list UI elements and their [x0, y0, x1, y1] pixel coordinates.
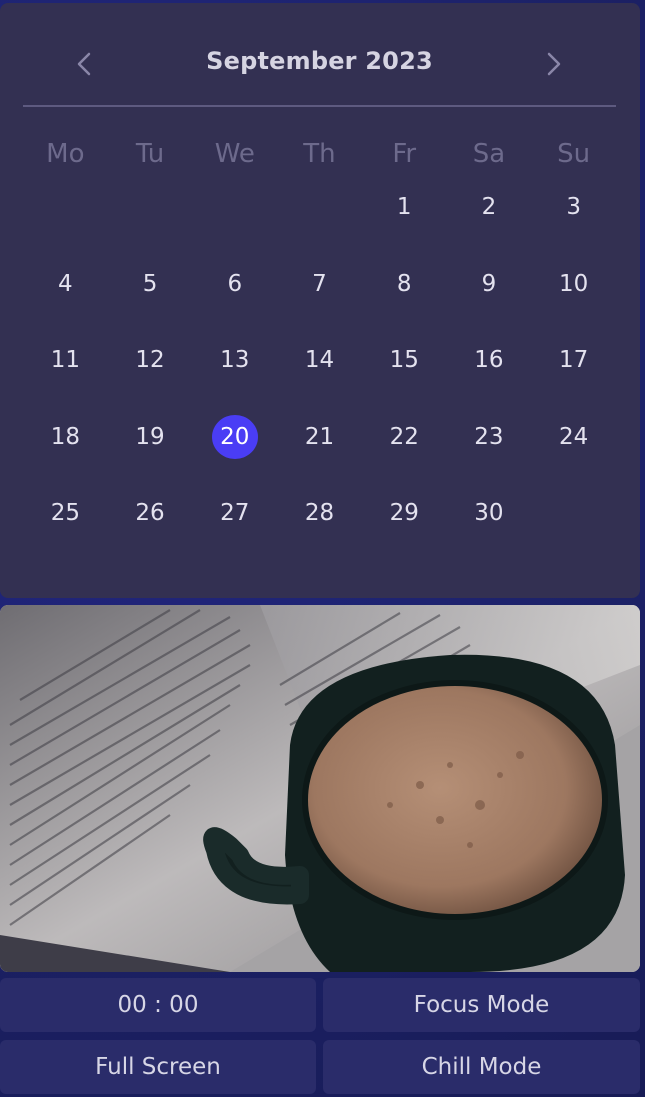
day-number: 16 — [474, 347, 504, 373]
day-number: 6 — [227, 270, 243, 297]
chevron-right-icon[interactable] — [539, 47, 569, 81]
calendar-day[interactable]: 1 — [362, 181, 447, 258]
calendar-panel: September 2023 Mo Tu We Th Fr Sa Su 1 2 3 4 5 6 7 8 9 10… — [0, 3, 640, 598]
calendar-day[interactable]: 26 — [108, 487, 193, 564]
calendar-day[interactable]: 4 — [23, 258, 108, 335]
day-number: 8 — [396, 270, 412, 297]
calendar-empty-cell — [108, 181, 193, 258]
calendar-day[interactable]: 8 — [362, 258, 447, 335]
calendar-day[interactable]: 29 — [362, 487, 447, 564]
day-number — [212, 185, 258, 229]
calendar-day[interactable]: 25 — [23, 487, 108, 564]
day-number: 29 — [389, 500, 419, 526]
day-number: 23 — [474, 423, 504, 450]
calendar-day[interactable]: 23 — [447, 411, 532, 488]
calendar-day[interactable]: 2 — [447, 181, 532, 258]
calendar-day[interactable]: 20 — [192, 411, 277, 488]
day-number — [42, 185, 88, 229]
day-number: 11 — [50, 347, 80, 373]
calendar-day[interactable]: 27 — [192, 487, 277, 564]
day-number: 26 — [135, 500, 165, 526]
calendar-empty-cell — [192, 181, 277, 258]
day-number: 27 — [220, 500, 250, 526]
day-number: 19 — [135, 423, 165, 450]
calendar-day[interactable]: 6 — [192, 258, 277, 335]
chill-mode-button[interactable]: Chill Mode — [323, 1040, 640, 1094]
calendar-day[interactable]: 14 — [277, 334, 362, 411]
calendar-header: September 2023 — [23, 3, 616, 107]
focus-mode-button[interactable]: Focus Mode — [323, 978, 640, 1032]
day-number — [127, 185, 173, 229]
day-number: 20 — [211, 414, 258, 459]
day-number — [551, 491, 597, 535]
day-number: 30 — [474, 500, 504, 526]
weekday-label: We — [214, 139, 255, 169]
month-title: September 2023 — [206, 47, 433, 75]
day-number: 18 — [50, 423, 80, 450]
day-number: 4 — [58, 270, 73, 297]
day-number: 25 — [50, 500, 80, 526]
calendar-day[interactable]: 9 — [447, 258, 532, 335]
day-number: 7 — [312, 270, 327, 297]
day-number: 3 — [566, 194, 581, 220]
weekday-label: Fr — [392, 139, 417, 169]
calendar-day[interactable]: 3 — [531, 181, 616, 258]
day-number: 17 — [559, 347, 589, 373]
calendar-day[interactable]: 5 — [108, 258, 193, 335]
coffee-book-image — [0, 605, 640, 972]
weekday-label: Tu — [135, 139, 165, 169]
calendar-day[interactable]: 24 — [531, 411, 616, 488]
day-number: 21 — [304, 423, 335, 450]
day-number — [296, 185, 342, 229]
calendar-day[interactable]: 15 — [362, 334, 447, 411]
calendar-day[interactable]: 13 — [192, 334, 277, 411]
full-screen-button[interactable]: Full Screen — [0, 1040, 316, 1094]
day-number: 24 — [559, 423, 589, 450]
weekday-label: Sa — [472, 139, 506, 169]
calendar-day[interactable]: 10 — [531, 258, 616, 335]
calendar-day[interactable]: 21 — [277, 411, 362, 488]
calendar-day[interactable]: 18 — [23, 411, 108, 488]
day-number: 5 — [142, 270, 158, 297]
calendar-day[interactable]: 17 — [531, 334, 616, 411]
calendar-day[interactable]: 19 — [108, 411, 193, 488]
timer-display[interactable]: 00 : 00 — [0, 978, 316, 1032]
day-number: 28 — [304, 500, 335, 526]
day-number: 13 — [220, 347, 250, 373]
calendar-day[interactable]: 7 — [277, 258, 362, 335]
day-number: 15 — [389, 347, 419, 373]
calendar-day[interactable]: 12 — [108, 334, 193, 411]
day-number: 10 — [559, 270, 589, 297]
calendar-day[interactable]: 11 — [23, 334, 108, 411]
day-number: 1 — [396, 194, 412, 220]
calendar-day[interactable]: 28 — [277, 487, 362, 564]
calendar-empty-cell — [277, 181, 362, 258]
calendar-day[interactable]: 30 — [447, 487, 532, 564]
day-number: 14 — [304, 347, 335, 373]
calendar-day[interactable]: 22 — [362, 411, 447, 488]
weekday-label: Su — [557, 139, 591, 169]
calendar-day[interactable]: 16 — [447, 334, 532, 411]
day-number: 9 — [481, 270, 497, 297]
day-number: 22 — [389, 423, 419, 450]
calendar-empty-cell — [23, 181, 108, 258]
day-number: 2 — [481, 194, 497, 220]
calendar-grid: Mo Tu We Th Fr Sa Su 1 2 3 4 5 6 7 8 9 10 11 12 13 14 15 16 17 1… — [23, 127, 616, 564]
weekday-label: Th — [303, 139, 336, 169]
calendar-empty-cell — [531, 487, 616, 564]
day-number: 12 — [135, 347, 165, 373]
weekday-label: Mo — [46, 139, 85, 169]
